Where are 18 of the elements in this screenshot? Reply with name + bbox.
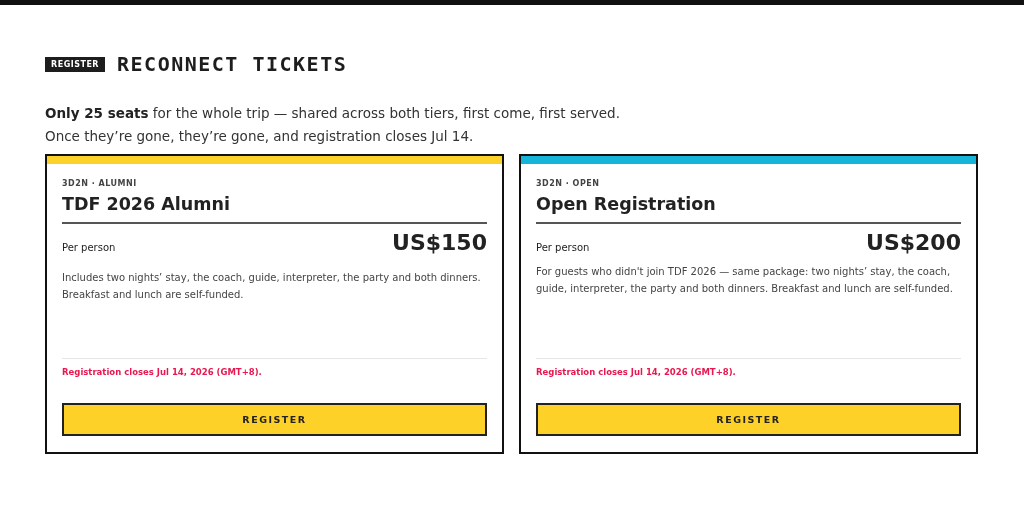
ticket-eyebrow: 3D2N · OPEN bbox=[536, 179, 601, 188]
intro-text: Once they’re gone, they’re gone, and registration closes Jul 14. bbox=[45, 127, 475, 146]
ticket-name: TDF 2026 Alumni bbox=[62, 194, 487, 224]
section-title: RECONNECT TICKETS bbox=[117, 52, 348, 76]
ticket-price: US$200 bbox=[866, 230, 961, 255]
register-button[interactable]: REGISTER bbox=[536, 403, 961, 436]
section-tag: REGISTER bbox=[45, 56, 105, 72]
deadline-note: Registration closes Jul 14, 2026 (GMT+8). bbox=[536, 367, 737, 377]
ticket-name: Open Registration bbox=[536, 194, 961, 224]
deadline-note: Registration closes Jul 14, 2026 (GMT+8). bbox=[62, 367, 263, 377]
register-button[interactable]: REGISTER bbox=[62, 403, 487, 436]
ticket-price: US$150 bbox=[392, 230, 487, 255]
intro-text: Only 25 seats for the whole trip — shared across both tiers, first come, first served. bbox=[45, 104, 621, 123]
ticket-eyebrow: 3D2N · ALUMNI bbox=[62, 179, 138, 188]
price-unit: Per person bbox=[536, 242, 590, 255]
ticket-description: For guests who didn't join TDF 2026 — same package: two nights’ stay, the coach, guide, interpreter, the party and both dinners. Breakfast and lunch are self-funded. bbox=[536, 265, 954, 296]
price-unit: Per person bbox=[62, 242, 116, 255]
ticket-description: Includes two nights’ stay, the coach, guide, interpreter, the party and both dinners. Breakfast and lunch are self-funded. bbox=[62, 271, 482, 302]
